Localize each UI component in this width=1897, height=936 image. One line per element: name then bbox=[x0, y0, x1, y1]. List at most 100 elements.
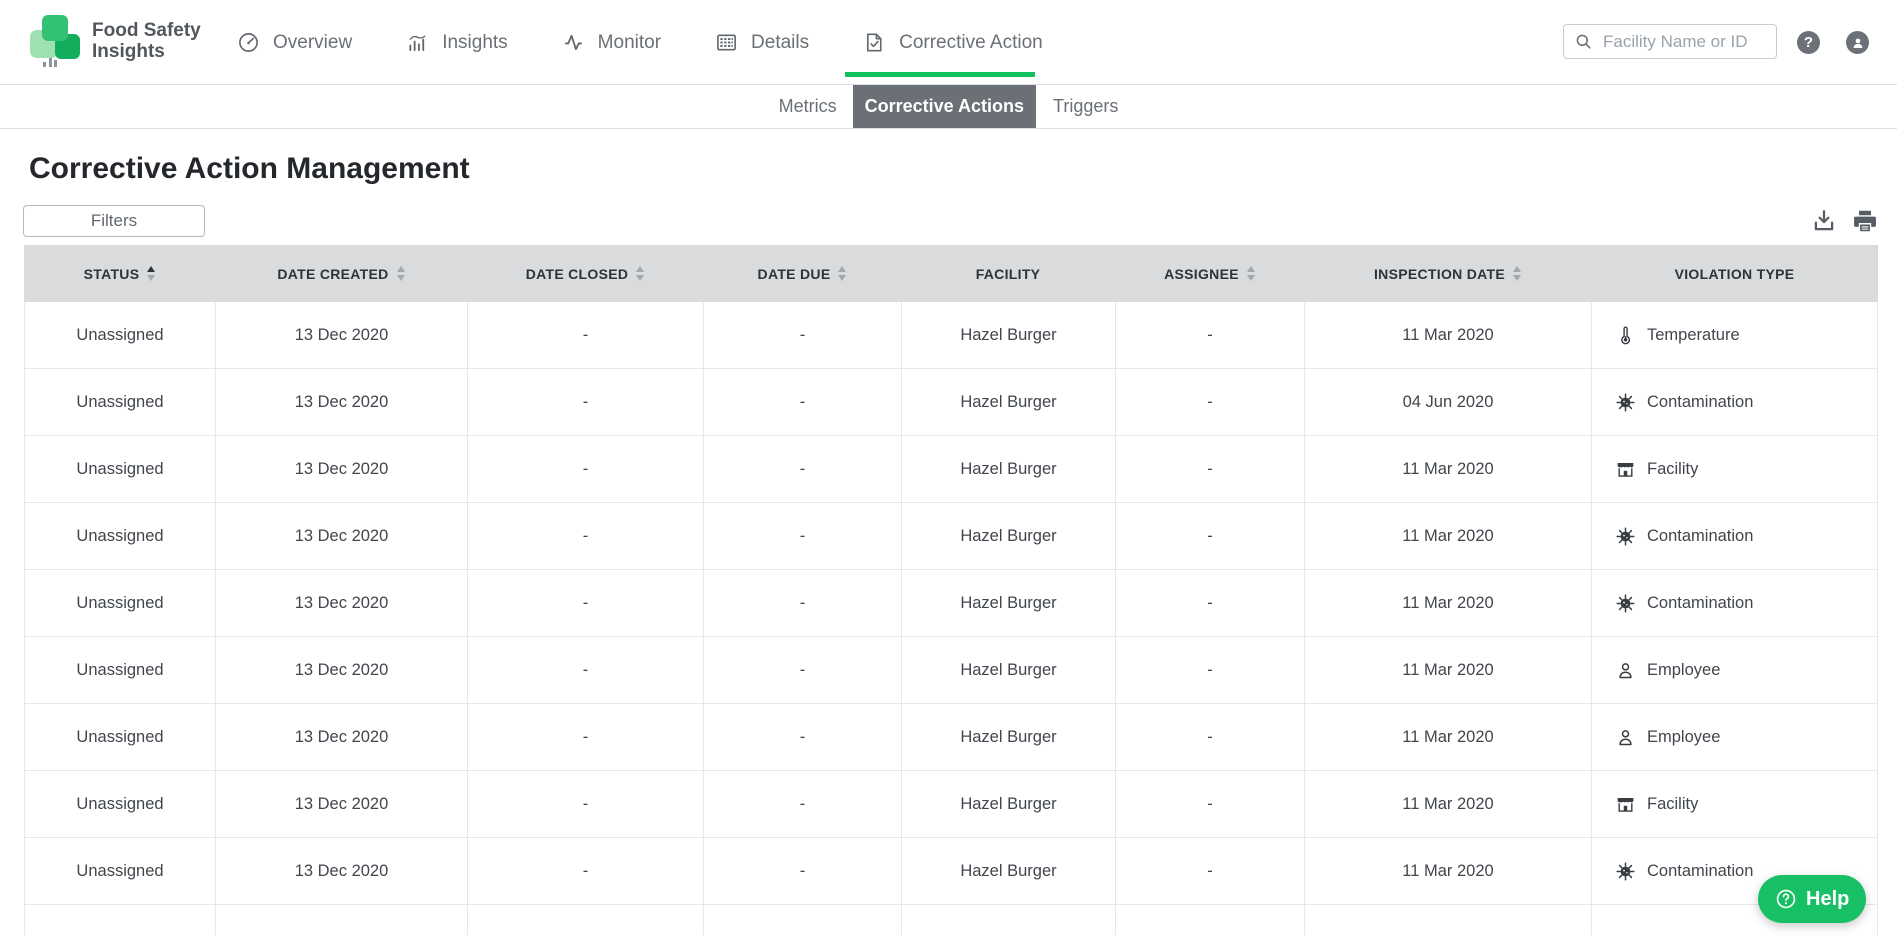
cell-date-created: 13 Dec 2020 bbox=[216, 503, 468, 569]
printer-icon[interactable] bbox=[1852, 208, 1878, 234]
cell-date-closed: - bbox=[468, 771, 704, 837]
cell-date-due: - bbox=[704, 704, 902, 770]
page-title: Corrective Action Management bbox=[29, 152, 1897, 186]
table-row[interactable]: Unassigned 13 Dec 2020 - - Hazel Burger … bbox=[24, 503, 1878, 570]
cell-status: Unassigned bbox=[25, 704, 216, 770]
bar-chart-icon bbox=[406, 31, 429, 54]
cell-date-closed: - bbox=[468, 704, 704, 770]
cell-date-due: - bbox=[704, 637, 902, 703]
cell-facility: Hazel Burger bbox=[902, 436, 1116, 502]
column-header-assignee[interactable]: ASSIGNEE bbox=[1115, 245, 1304, 302]
cell-date-closed: - bbox=[468, 570, 704, 636]
cell-status: Unassigned bbox=[25, 369, 216, 435]
table-toolbar: Filters bbox=[23, 205, 1878, 237]
active-nav-indicator bbox=[845, 72, 1035, 77]
nav-item-details[interactable]: Details bbox=[715, 31, 809, 54]
cell-date-created: 13 Dec 2020 bbox=[216, 704, 468, 770]
cell-facility: Hazel Burger bbox=[902, 570, 1116, 636]
sort-arrows-icon bbox=[397, 266, 405, 281]
cell-date-created: 13 Dec 2020 bbox=[216, 369, 468, 435]
cell-assignee: - bbox=[1116, 771, 1305, 837]
column-header-date-due[interactable]: DATE DUE bbox=[703, 245, 901, 302]
table-row[interactable]: Unassigned 13 Dec 2020 - - Hazel Burger … bbox=[24, 637, 1878, 704]
table-row[interactable]: Unassigned 13 Dec 2020 - - Hazel Burger … bbox=[24, 369, 1878, 436]
sub-tab-bar: Metrics Corrective Actions Triggers bbox=[0, 85, 1897, 129]
violation-label: Temperature bbox=[1647, 326, 1740, 345]
cell-assignee: - bbox=[1116, 838, 1305, 904]
cell-status: Unassigned bbox=[25, 838, 216, 904]
help-icon[interactable]: ? bbox=[1797, 31, 1820, 54]
cell-violation-type: Facility bbox=[1592, 436, 1879, 502]
table-row[interactable]: Unassigned 13 Dec 2020 - - Hazel Burger … bbox=[24, 302, 1878, 369]
cell-inspection-date: 11 Mar 2020 bbox=[1305, 771, 1592, 837]
table-row[interactable]: Unassigned 13 Dec 2020 - - Hazel Burger … bbox=[24, 436, 1878, 503]
mini-bar-chart-icon bbox=[43, 56, 57, 67]
thermometer-icon bbox=[1615, 325, 1636, 346]
activity-icon bbox=[562, 31, 585, 54]
cell-date-created: 13 Dec 2020 bbox=[216, 637, 468, 703]
help-circle-icon bbox=[1775, 888, 1797, 910]
cell-facility: Hazel Burger bbox=[902, 771, 1116, 837]
cell-inspection-date: 11 Mar 2020 bbox=[1305, 302, 1592, 368]
tab-corrective-actions[interactable]: Corrective Actions bbox=[853, 85, 1036, 128]
table-row[interactable]: Unassigned 13 Dec 2020 - - Hazel Burger … bbox=[24, 570, 1878, 637]
germ-icon bbox=[1615, 526, 1636, 547]
table-row[interactable]: Unassigned 13 Dec 2020 - - Hazel Burger … bbox=[24, 838, 1878, 905]
cell-status: Unassigned bbox=[25, 302, 216, 368]
column-header-status[interactable]: STATUS bbox=[24, 245, 215, 302]
cell-assignee: - bbox=[1116, 503, 1305, 569]
help-button[interactable]: Help bbox=[1758, 875, 1866, 923]
column-header-violation-type: VIOLATION TYPE bbox=[1591, 245, 1878, 302]
download-icon[interactable] bbox=[1811, 208, 1837, 234]
cell-violation-type: Contamination bbox=[1592, 570, 1879, 636]
cell-facility: Hazel Burger bbox=[902, 838, 1116, 904]
violation-label: Facility bbox=[1647, 795, 1698, 814]
cell-date-created: 13 Dec 2020 bbox=[216, 771, 468, 837]
cell-violation-type: Employee bbox=[1592, 637, 1879, 703]
violation-label: Contamination bbox=[1647, 527, 1753, 546]
violation-label: Employee bbox=[1647, 661, 1720, 680]
cell-assignee: - bbox=[1116, 436, 1305, 502]
cell-assignee: - bbox=[1116, 302, 1305, 368]
sort-arrows-icon bbox=[1247, 266, 1255, 281]
cell-date-due: - bbox=[704, 570, 902, 636]
nav-item-monitor[interactable]: Monitor bbox=[562, 31, 661, 54]
cell-date-due: - bbox=[704, 503, 902, 569]
tab-triggers[interactable]: Triggers bbox=[1036, 85, 1118, 128]
cell-date-closed: - bbox=[468, 838, 704, 904]
nav-item-corrective-action[interactable]: Corrective Action bbox=[863, 31, 1043, 54]
nav-item-overview[interactable]: Overview bbox=[237, 31, 352, 54]
filters-button[interactable]: Filters bbox=[23, 205, 205, 237]
cell-date-closed: - bbox=[468, 302, 704, 368]
cell-assignee: - bbox=[1116, 570, 1305, 636]
cell-inspection-date: 11 Mar 2020 bbox=[1305, 570, 1592, 636]
person-icon bbox=[1615, 660, 1636, 681]
person-icon bbox=[1615, 727, 1636, 748]
search-icon bbox=[1574, 32, 1593, 51]
column-header-inspection-date[interactable]: INSPECTION DATE bbox=[1304, 245, 1591, 302]
brand-logo[interactable]: Food Safety Insights bbox=[30, 13, 201, 69]
cell-assignee: - bbox=[1116, 637, 1305, 703]
violation-label: Employee bbox=[1647, 728, 1720, 747]
cell-date-due: - bbox=[704, 436, 902, 502]
cell-violation-type: Facility bbox=[1592, 771, 1879, 837]
avatar-icon[interactable] bbox=[1846, 31, 1869, 54]
cell-inspection-date: 11 Mar 2020 bbox=[1305, 436, 1592, 502]
storefront-icon bbox=[1615, 459, 1636, 480]
column-header-date-closed[interactable]: DATE CLOSED bbox=[467, 245, 703, 302]
germ-icon bbox=[1615, 861, 1636, 882]
grid-icon bbox=[715, 31, 738, 54]
nav-item-insights[interactable]: Insights bbox=[406, 31, 507, 54]
search-input[interactable] bbox=[1603, 32, 1766, 52]
column-header-date-created[interactable]: DATE CREATED bbox=[215, 245, 467, 302]
tab-metrics[interactable]: Metrics bbox=[779, 85, 853, 128]
cell-inspection-date: 04 Jun 2020 bbox=[1305, 369, 1592, 435]
table-header-row: STATUS DATE CREATED DATE CLOSED DATE DUE… bbox=[24, 245, 1878, 302]
table-row[interactable]: Unassigned 13 Dec 2020 - - Hazel Burger … bbox=[24, 704, 1878, 771]
cell-date-created: 13 Dec 2020 bbox=[216, 838, 468, 904]
cell-date-closed: - bbox=[468, 436, 704, 502]
cell-facility: Hazel Burger bbox=[902, 302, 1116, 368]
cell-date-closed: - bbox=[468, 503, 704, 569]
logo-icon bbox=[30, 13, 82, 69]
table-row[interactable]: Unassigned 13 Dec 2020 - - Hazel Burger … bbox=[24, 771, 1878, 838]
